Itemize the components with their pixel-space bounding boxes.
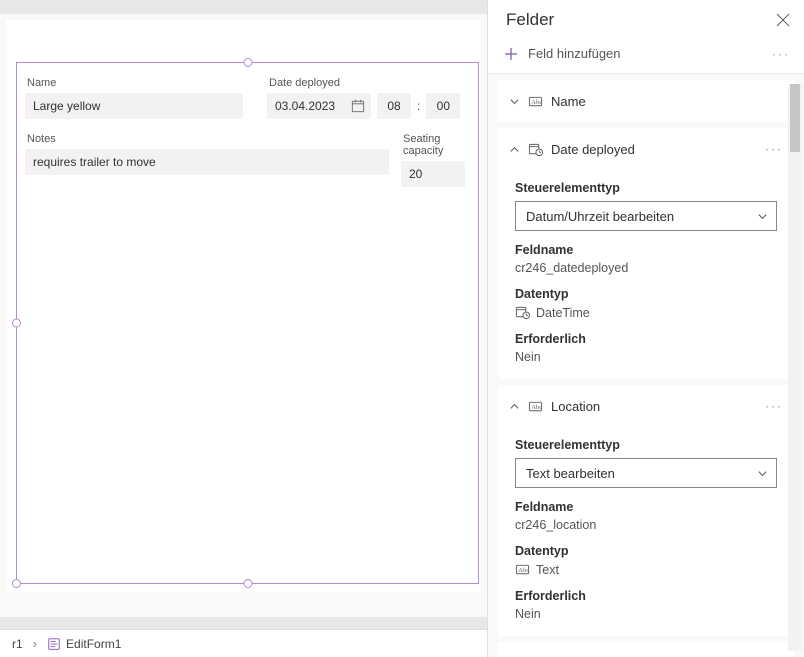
field-card-name: Abc Name (498, 80, 794, 122)
datetime-type-icon (528, 142, 543, 157)
required-value: Nein (515, 607, 777, 621)
fieldname-value: cr246_datedeployed (515, 261, 777, 275)
svg-text:Abc: Abc (531, 98, 542, 105)
control-type-dropdown-date[interactable]: Datum/Uhrzeit bearbeiten (515, 201, 777, 231)
field-name-label: Name (551, 94, 783, 109)
scrollbar[interactable] (788, 84, 802, 651)
resize-handle-bottom[interactable] (243, 579, 252, 588)
field-date-label: Date deployed (551, 142, 757, 157)
chevron-up-icon (509, 401, 520, 412)
breadcrumb-item-editform[interactable]: EditForm1 (43, 635, 125, 653)
breadcrumb: r1 › EditForm1 (0, 629, 487, 657)
datetime-type-icon (515, 305, 530, 320)
chevron-down-icon (757, 468, 768, 479)
control-type-value: Datum/Uhrzeit bearbeiten (526, 209, 674, 224)
breadcrumb-item-1[interactable]: r1 (8, 635, 27, 653)
close-icon[interactable] (776, 13, 790, 27)
calendar-icon (351, 99, 365, 113)
scrollbar-thumb[interactable] (790, 84, 800, 152)
seating-input[interactable] (401, 161, 465, 187)
time-separator: : (417, 99, 420, 113)
chevron-up-icon (509, 144, 520, 155)
control-type-label: Steuerelementtyp (515, 438, 777, 452)
name-input[interactable] (25, 93, 243, 119)
field-card-notes-header[interactable]: Abc Notes (499, 643, 793, 657)
resize-handle-top[interactable] (243, 58, 252, 67)
date-picker[interactable]: 03.04.2023 (267, 93, 371, 119)
datatype-value: DateTime (536, 306, 590, 320)
datatype-label: Datentyp (515, 544, 777, 558)
chevron-down-icon (757, 211, 768, 222)
svg-text:Abc: Abc (518, 567, 529, 574)
fieldname-label: Feldname (515, 243, 777, 257)
field-card-date-header[interactable]: Date deployed ··· (499, 129, 793, 169)
notes-input[interactable] (25, 149, 389, 175)
breadcrumb-separator: › (33, 636, 37, 651)
minute-select[interactable]: 00 (426, 93, 460, 119)
breadcrumb-item-2-label: EditForm1 (66, 637, 121, 651)
field-location-more[interactable]: ··· (765, 399, 783, 413)
resize-handle-left[interactable] (12, 319, 21, 328)
edit-form-selection[interactable]: Name Date deployed 03.04.2023 (16, 62, 479, 584)
field-card-notes: Abc Notes (498, 642, 794, 657)
text-type-icon: Abc (528, 94, 543, 109)
fieldname-value: cr246_location (515, 518, 777, 532)
required-label: Erforderlich (515, 332, 777, 346)
field-card-date-deployed: Date deployed ··· Steuerelementtyp Datum… (498, 128, 794, 379)
breadcrumb-item-1-label: r1 (12, 637, 23, 651)
notes-label: Notes (27, 133, 389, 145)
field-date-more[interactable]: ··· (765, 142, 783, 156)
text-type-icon: Abc (528, 399, 543, 414)
date-value: 03.04.2023 (275, 99, 335, 113)
canvas-ruler (0, 0, 487, 14)
canvas-area: Name Date deployed 03.04.2023 (0, 0, 487, 657)
chevron-down-icon (509, 96, 520, 107)
datatype-value: Text (536, 563, 559, 577)
resize-handle-bottom-left[interactable] (12, 579, 21, 588)
field-card-location: Abc Location ··· Steuerelementtyp Text b… (498, 385, 794, 636)
fields-pane: Felder Feld hinzufügen ··· Abc (487, 0, 804, 657)
required-value: Nein (515, 350, 777, 364)
svg-text:Abc: Abc (531, 403, 542, 410)
pane-title: Felder (506, 10, 554, 30)
name-label: Name (27, 77, 243, 89)
add-field-button[interactable]: Feld hinzufügen (528, 46, 621, 61)
plus-icon (504, 47, 518, 61)
hour-select[interactable]: 08 (377, 93, 411, 119)
control-type-value: Text bearbeiten (526, 466, 615, 481)
date-deployed-label: Date deployed (269, 77, 460, 89)
required-label: Erforderlich (515, 589, 777, 603)
form-icon (47, 637, 61, 651)
control-type-label: Steuerelementtyp (515, 181, 777, 195)
field-card-name-header[interactable]: Abc Name (499, 81, 793, 121)
fieldname-label: Feldname (515, 500, 777, 514)
pane-more-button[interactable]: ··· (772, 47, 790, 61)
text-type-icon: Abc (515, 562, 530, 577)
field-card-location-header[interactable]: Abc Location ··· (499, 386, 793, 426)
seating-label: Seating capacity (403, 133, 470, 157)
field-location-label: Location (551, 399, 757, 414)
datatype-label: Datentyp (515, 287, 777, 301)
control-type-dropdown-location[interactable]: Text bearbeiten (515, 458, 777, 488)
